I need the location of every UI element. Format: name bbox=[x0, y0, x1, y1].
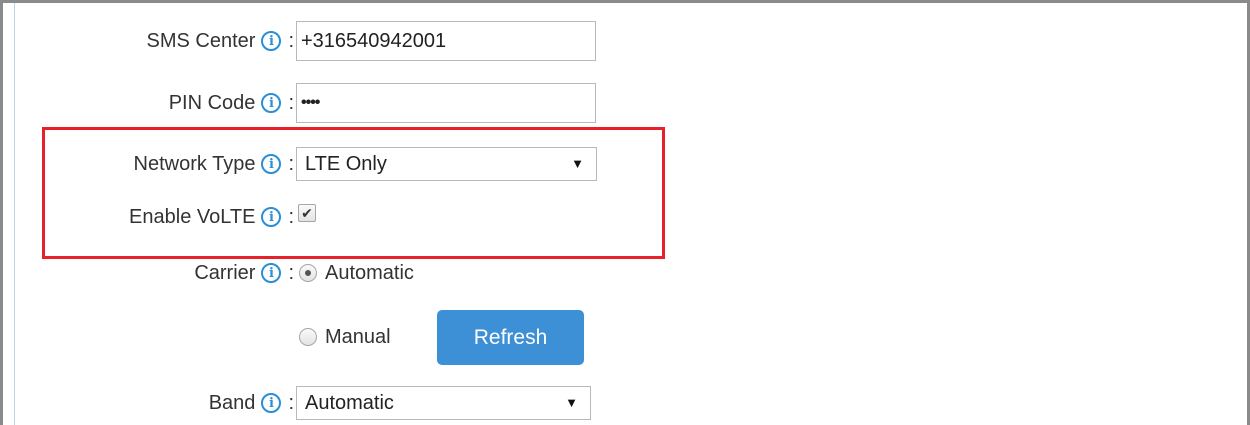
band-label: Band i : bbox=[209, 383, 294, 423]
pin-code-label-text: PIN Code bbox=[168, 91, 256, 114]
highlight-annotation-box bbox=[42, 127, 665, 259]
info-icon[interactable]: i bbox=[261, 93, 282, 113]
sms-center-label-text: SMS Center bbox=[146, 29, 256, 52]
dropdown-caret-icon: ▼ bbox=[565, 395, 578, 410]
carrier-manual-label[interactable]: Manual bbox=[325, 326, 391, 349]
info-icon[interactable]: i bbox=[261, 393, 282, 413]
carrier-label: Carrier i : bbox=[194, 253, 294, 293]
colon: : bbox=[288, 91, 294, 114]
pin-code-masked-value: •••• bbox=[301, 94, 320, 111]
band-row: Band i : Automatic ▼ bbox=[0, 383, 1250, 423]
sms-center-row: SMS Center i : bbox=[0, 21, 1250, 61]
colon: : bbox=[288, 391, 294, 414]
colon: : bbox=[288, 29, 294, 52]
pin-code-label: PIN Code i : bbox=[169, 83, 294, 123]
carrier-manual-radio[interactable] bbox=[299, 328, 317, 346]
carrier-automatic-radio[interactable] bbox=[299, 264, 317, 282]
info-icon[interactable]: i bbox=[261, 31, 282, 51]
carrier-manual-option[interactable]: Manual bbox=[299, 317, 391, 357]
sms-center-input[interactable] bbox=[296, 21, 596, 61]
carrier-row: Carrier i : Automatic bbox=[0, 253, 1250, 293]
refresh-button[interactable]: Refresh bbox=[437, 310, 584, 365]
info-icon[interactable]: i bbox=[261, 263, 282, 283]
band-label-text: Band bbox=[208, 391, 256, 414]
carrier-label-text: Carrier bbox=[194, 261, 256, 284]
band-select[interactable]: Automatic ▼ bbox=[296, 386, 591, 420]
sms-center-label: SMS Center i : bbox=[147, 21, 295, 61]
band-selected-value: Automatic bbox=[305, 391, 394, 414]
pin-code-row: PIN Code i : •••• bbox=[0, 83, 1250, 123]
carrier-automatic-label[interactable]: Automatic bbox=[325, 262, 414, 285]
pin-code-input[interactable]: •••• bbox=[296, 83, 596, 123]
colon: : bbox=[288, 261, 294, 284]
carrier-automatic-option[interactable]: Automatic bbox=[299, 253, 414, 293]
